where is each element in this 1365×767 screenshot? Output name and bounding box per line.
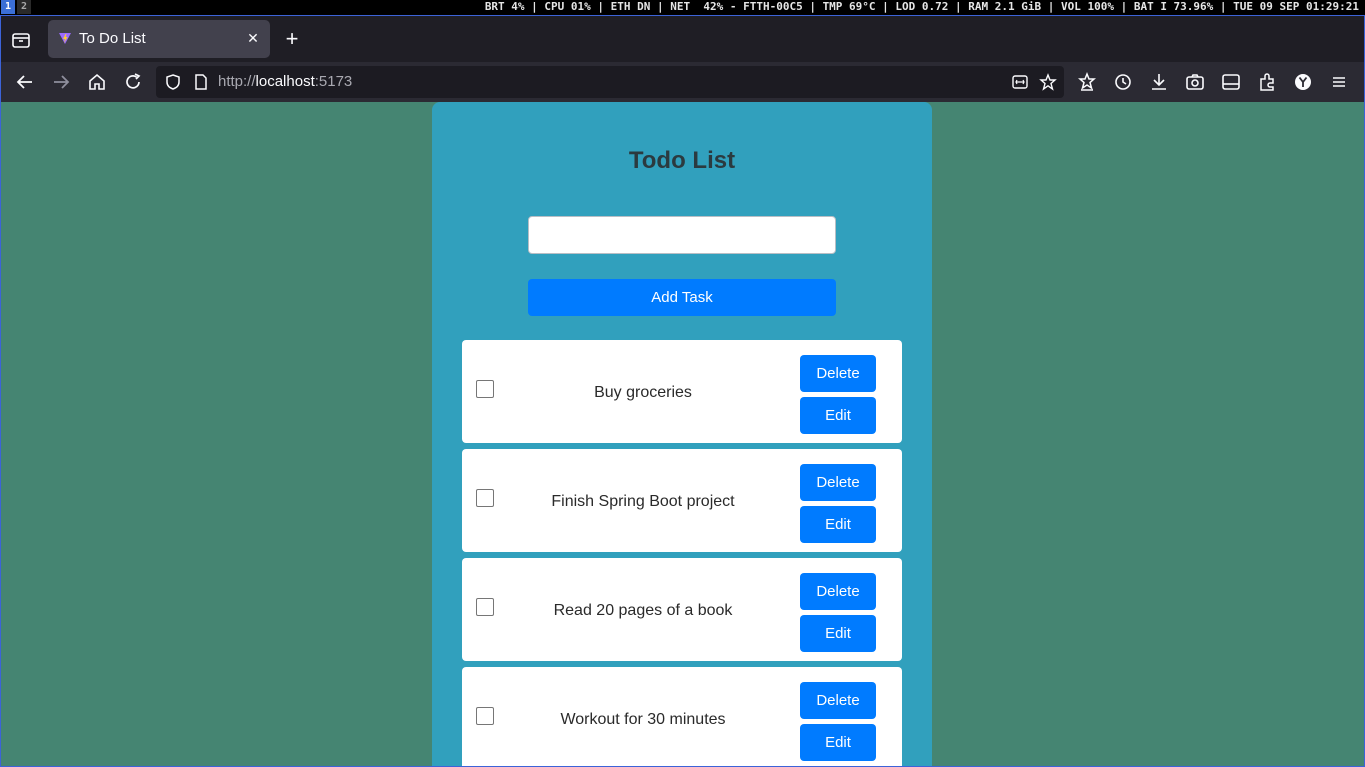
url-bar[interactable]: http://localhost:5173 [156, 66, 1064, 98]
edit-button[interactable]: Edit [800, 724, 876, 761]
downloads-icon[interactable] [1148, 71, 1170, 93]
navigation-bar: http://localhost:5173 [1, 62, 1364, 102]
todo-checkbox[interactable] [476, 598, 494, 616]
delete-button[interactable]: Delete [800, 464, 876, 501]
home-icon[interactable] [86, 71, 108, 93]
edit-button[interactable]: Edit [800, 506, 876, 543]
back-icon[interactable] [14, 71, 36, 93]
tab-title: To Do List [79, 30, 146, 47]
page-viewport: Todo List Add Task Buy groceries Delete … [1, 102, 1364, 766]
todo-item: Workout for 30 minutes Delete Edit [462, 667, 902, 766]
new-tab-icon[interactable]: + [281, 28, 303, 51]
delete-button[interactable]: Delete [800, 355, 876, 392]
system-status-text: BRT 4% | CPU 01% | ETH DN | NET 42% - FT… [484, 0, 1359, 13]
page-title: Todo List [628, 147, 736, 174]
todo-item: Read 20 pages of a book Delete Edit [462, 558, 902, 661]
account-avatar-icon[interactable] [1292, 71, 1314, 93]
todo-text: Read 20 pages of a book [553, 602, 733, 619]
edit-button[interactable]: Edit [800, 615, 876, 652]
forward-icon[interactable] [50, 71, 72, 93]
url-host: localhost [255, 73, 315, 90]
url-port: :5173 [314, 73, 353, 90]
bookmarks-icon[interactable] [1076, 71, 1098, 93]
delete-button[interactable]: Delete [800, 682, 876, 719]
todo-text: Finish Spring Boot project [551, 493, 735, 510]
todo-card: Todo List Add Task Buy groceries Delete … [432, 102, 932, 766]
tracking-shield-icon[interactable] [164, 73, 182, 91]
tab-close-icon[interactable]: ✕ [244, 29, 262, 47]
todo-item: Buy groceries Delete Edit [462, 340, 902, 443]
todo-checkbox[interactable] [476, 707, 494, 725]
url-text[interactable]: http://localhost:5173 [218, 73, 352, 90]
bookmark-star-icon[interactable] [1039, 73, 1057, 91]
reload-icon[interactable] [122, 71, 144, 93]
url-scheme: http:// [218, 73, 256, 90]
screenshot-icon[interactable] [1184, 71, 1206, 93]
vite-favicon-icon [58, 31, 72, 45]
edit-button[interactable]: Edit [800, 397, 876, 434]
todo-text: Buy groceries [594, 384, 692, 401]
page-info-icon[interactable] [192, 73, 210, 91]
workspace-2[interactable]: 2 [17, 0, 31, 14]
history-icon[interactable] [1112, 71, 1134, 93]
browser-window: To Do List ✕ + http://localhost:5173 Tod… [0, 15, 1365, 767]
todo-item: Finish Spring Boot project Delete Edit [462, 449, 902, 552]
todo-checkbox[interactable] [476, 380, 494, 398]
delete-button[interactable]: Delete [800, 573, 876, 610]
tab-bar: To Do List ✕ + [1, 16, 1364, 62]
menu-icon[interactable] [1328, 71, 1350, 93]
system-status-bar: 1 2 BRT 4% | CPU 01% | ETH DN | NET 42% … [0, 0, 1365, 14]
todo-text: Workout for 30 minutes [560, 711, 726, 728]
add-task-button[interactable]: Add Task [528, 279, 836, 316]
tab-overview-icon[interactable] [11, 30, 31, 50]
todo-checkbox[interactable] [476, 489, 494, 507]
new-task-input[interactable] [528, 216, 836, 254]
sidebar-icon[interactable] [1220, 71, 1242, 93]
workspace-1[interactable]: 1 [1, 0, 15, 14]
extensions-icon[interactable] [1256, 71, 1278, 93]
translate-icon[interactable] [1011, 73, 1029, 91]
browser-tab[interactable]: To Do List ✕ [48, 20, 270, 58]
